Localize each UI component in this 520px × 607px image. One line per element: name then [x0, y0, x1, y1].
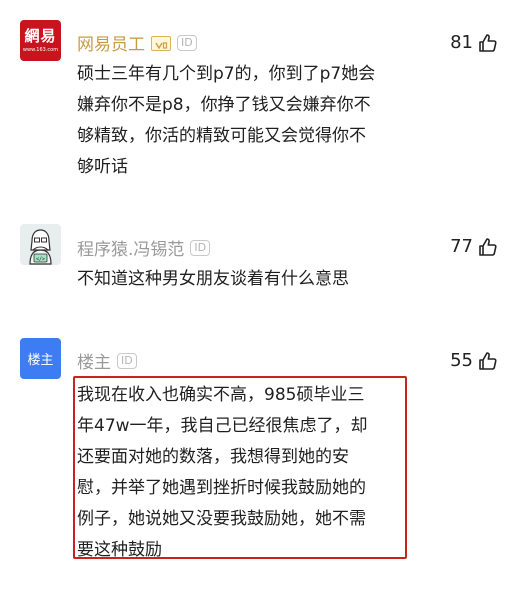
comment-item: </> 程序猿.冯锡范 ID 77 不知道这种男女朋友谈着有什么意思 [0, 200, 520, 320]
username[interactable]: 网易员工 ID [77, 30, 197, 55]
id-badge: ID [177, 35, 197, 51]
like-count: 55 [450, 350, 473, 371]
vip-badge-icon [151, 35, 171, 51]
username-text: 程序猿.冯锡范 [77, 240, 185, 260]
comment-item: 網易 www.163.com 网易员工 ID 81 硕士三年有几个到p7的，你到了… [0, 0, 520, 200]
username-text: 楼主 [77, 353, 111, 373]
avatar-logo-subtext: www.163.com [22, 47, 59, 53]
avatar-logo-text: 網易 [24, 27, 57, 45]
like-count: 81 [450, 32, 473, 53]
highlight-annotation-box [73, 376, 407, 559]
thumbs-up-icon [479, 33, 497, 52]
avatar[interactable]: </> [20, 224, 61, 265]
avatar[interactable]: 網易 www.163.com [20, 20, 61, 61]
like-button[interactable]: 55 [450, 350, 498, 371]
id-badge: ID [190, 240, 211, 256]
thumbs-up-icon [479, 237, 497, 256]
like-button[interactable]: 77 [450, 236, 498, 257]
avatar-code-text: </> [36, 257, 45, 263]
id-badge: ID [117, 353, 137, 369]
avatar[interactable]: 楼主 [20, 338, 61, 379]
thumbs-up-icon [479, 351, 497, 370]
like-button[interactable]: 81 [450, 32, 498, 53]
username-text: 网易员工 [77, 35, 145, 55]
avatar-label: 楼主 [27, 353, 54, 368]
username[interactable]: 程序猿.冯锡范 ID [77, 235, 211, 260]
like-count: 77 [450, 236, 473, 257]
programmer-avatar-icon: </> [29, 229, 52, 265]
username[interactable]: 楼主 ID [77, 348, 137, 373]
comment-text: 硕士三年有几个到p7的，你到了p7她会 嫌弃你不是p8，你挣了钱又会嫌弃你不 够… [77, 64, 376, 177]
comment-text: 不知道这种男女朋友谈着有什么意思 [77, 269, 349, 289]
